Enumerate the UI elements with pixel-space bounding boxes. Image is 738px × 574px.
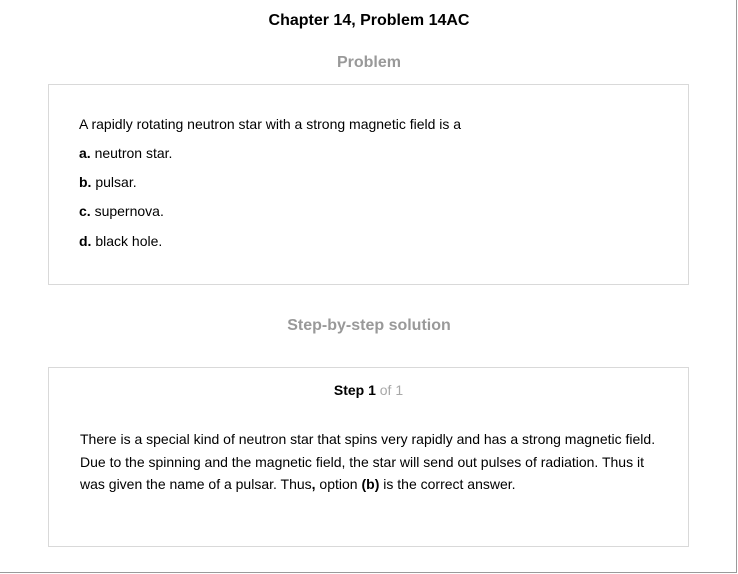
step-total: of 1: [379, 382, 404, 398]
option-letter: c.: [79, 203, 91, 219]
solution-answer: (b): [361, 476, 380, 492]
solution-heading: Step-by-step solution: [287, 317, 451, 334]
solution-text-part: is the correct answer.: [379, 476, 516, 492]
option-b: b. pulsar.: [79, 174, 137, 190]
step-indicator: Step 1 of 1: [49, 382, 688, 398]
solution-card: Step 1 of 1 There is a special kind of n…: [48, 367, 689, 547]
option-text: neutron star.: [94, 145, 173, 161]
option-a: a. neutron star.: [79, 145, 172, 161]
solution-text: There is a special kind of neutron star …: [80, 428, 660, 496]
page-title: Chapter 14, Problem 14AC: [268, 12, 470, 29]
option-d: d. black hole.: [79, 233, 162, 249]
option-text: black hole.: [95, 233, 163, 249]
option-letter: a.: [79, 145, 91, 161]
problem-card: A rapidly rotating neutron star with a s…: [48, 84, 689, 285]
solution-text-part: option: [315, 476, 362, 492]
step-number: Step 1: [333, 382, 376, 398]
option-text: supernova.: [94, 203, 164, 219]
problem-question: A rapidly rotating neutron star with a s…: [79, 116, 462, 132]
problem-heading: Problem: [336, 54, 401, 71]
option-letter: b.: [79, 174, 92, 190]
option-c: c. supernova.: [79, 203, 164, 219]
option-text: pulsar.: [95, 174, 137, 190]
option-letter: d.: [79, 233, 92, 249]
